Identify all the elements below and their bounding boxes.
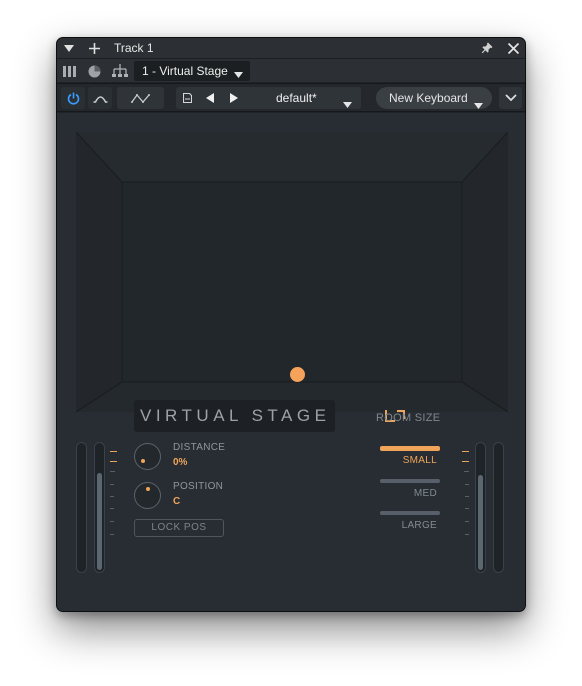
preset-caret-icon[interactable] [343,95,352,113]
room-size-med-label[interactable]: MED [414,488,437,499]
keyboard-selector-label: New Keyboard [389,91,468,105]
room-view[interactable] [76,132,508,412]
right-meter-fill [478,475,483,570]
add-icon[interactable] [86,38,102,58]
power-icon [67,92,79,105]
room-size-large-bar[interactable] [380,511,440,515]
sound-source-handle[interactable] [290,367,305,382]
power-button[interactable] [61,87,85,109]
plugin-selector[interactable]: 1 - Virtual Stage [134,61,250,81]
distance-label: DISTANCE [173,442,226,453]
preset-bar: default* [176,87,361,109]
room-size-small-label[interactable]: SMALL [403,455,437,466]
envelope-icon [93,95,107,103]
position-value: C [173,496,181,507]
distance-knob[interactable] [134,443,161,470]
automation-button[interactable] [117,87,164,109]
plugin-window: Track 1 1 - Virtual Stage default* New K… [56,37,526,612]
left-meter-fill [97,473,102,570]
save-icon[interactable] [178,87,196,109]
right-meter-outer [493,442,504,573]
pin-icon[interactable] [479,38,495,58]
caret-down-icon [234,67,243,81]
room-size-large-label[interactable]: LARGE [402,520,437,531]
left-meter-outer [76,442,87,573]
sound-icon[interactable] [86,59,102,83]
expand-button[interactable] [499,87,522,109]
plugin-row: 1 - Virtual Stage [57,58,525,82]
mixer-icon[interactable] [61,59,77,83]
chevron-down-icon [504,94,517,102]
left-meter [94,442,105,573]
room-size-title: ROOM SIZE [376,412,441,424]
toolbar: default* New Keyboard [57,83,525,112]
routing-icon[interactable] [111,59,129,83]
automation-icon [130,93,150,103]
bypass-button[interactable] [88,87,112,109]
preset-name[interactable]: default* [276,87,317,109]
room-size-small-bar[interactable] [380,446,440,451]
collapse-icon[interactable] [61,38,77,58]
stage-area: VIRTUAL STAGE DISTANCE 0% POSITION C LOC… [57,113,525,611]
keyboard-selector[interactable]: New Keyboard [376,87,492,109]
title-bar: Track 1 [57,38,525,58]
right-meter [475,442,486,573]
prev-arrow-icon[interactable] [203,87,217,109]
window-title: Track 1 [114,41,154,55]
plugin-selector-label: 1 - Virtual Stage [142,64,228,78]
next-arrow-icon[interactable] [227,87,241,109]
position-knob[interactable] [134,482,161,509]
room-size-med-bar[interactable] [380,479,440,483]
lock-pos-button[interactable]: LOCK POS [134,519,224,537]
distance-value: 0% [173,457,188,468]
right-meter-scale [462,451,470,541]
plugin-title: VIRTUAL STAGE [140,406,331,425]
left-meter-scale [110,451,118,541]
plugin-title-plate: VIRTUAL STAGE [134,400,405,432]
position-label: POSITION [173,481,224,492]
close-icon[interactable] [505,38,521,58]
